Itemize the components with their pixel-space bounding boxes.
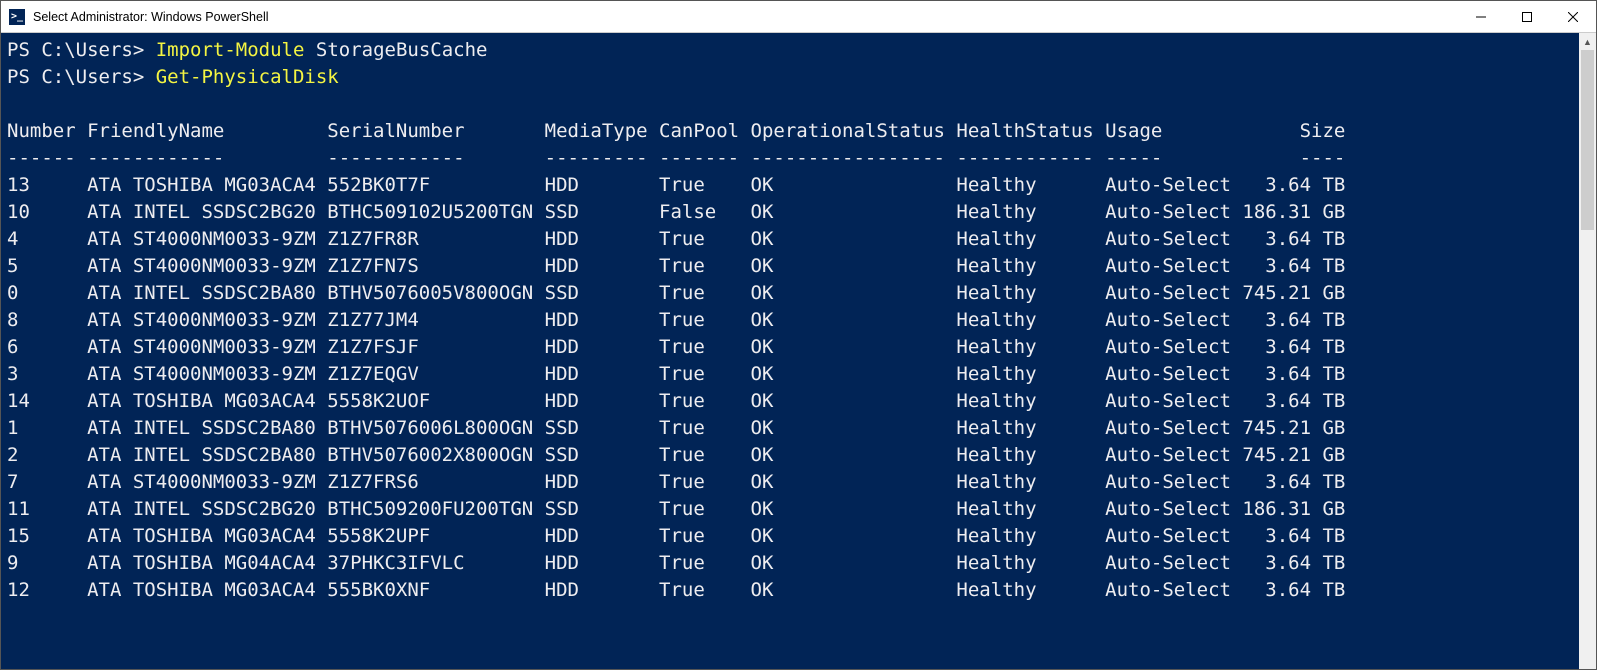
window-controls	[1458, 1, 1596, 32]
vertical-scrollbar[interactable]: ▲	[1579, 33, 1596, 669]
window-titlebar: >_ Select Administrator: Windows PowerSh…	[1, 1, 1596, 33]
scroll-up-icon[interactable]: ▲	[1579, 33, 1596, 50]
terminal-output[interactable]: PS C:\Users> Import-Module StorageBusCac…	[1, 33, 1579, 669]
powershell-icon: >_	[9, 9, 25, 25]
close-button[interactable]	[1550, 1, 1596, 32]
window-title: Select Administrator: Windows PowerShell	[33, 10, 1458, 24]
scroll-thumb[interactable]	[1581, 50, 1594, 230]
maximize-button[interactable]	[1504, 1, 1550, 32]
minimize-button[interactable]	[1458, 1, 1504, 32]
